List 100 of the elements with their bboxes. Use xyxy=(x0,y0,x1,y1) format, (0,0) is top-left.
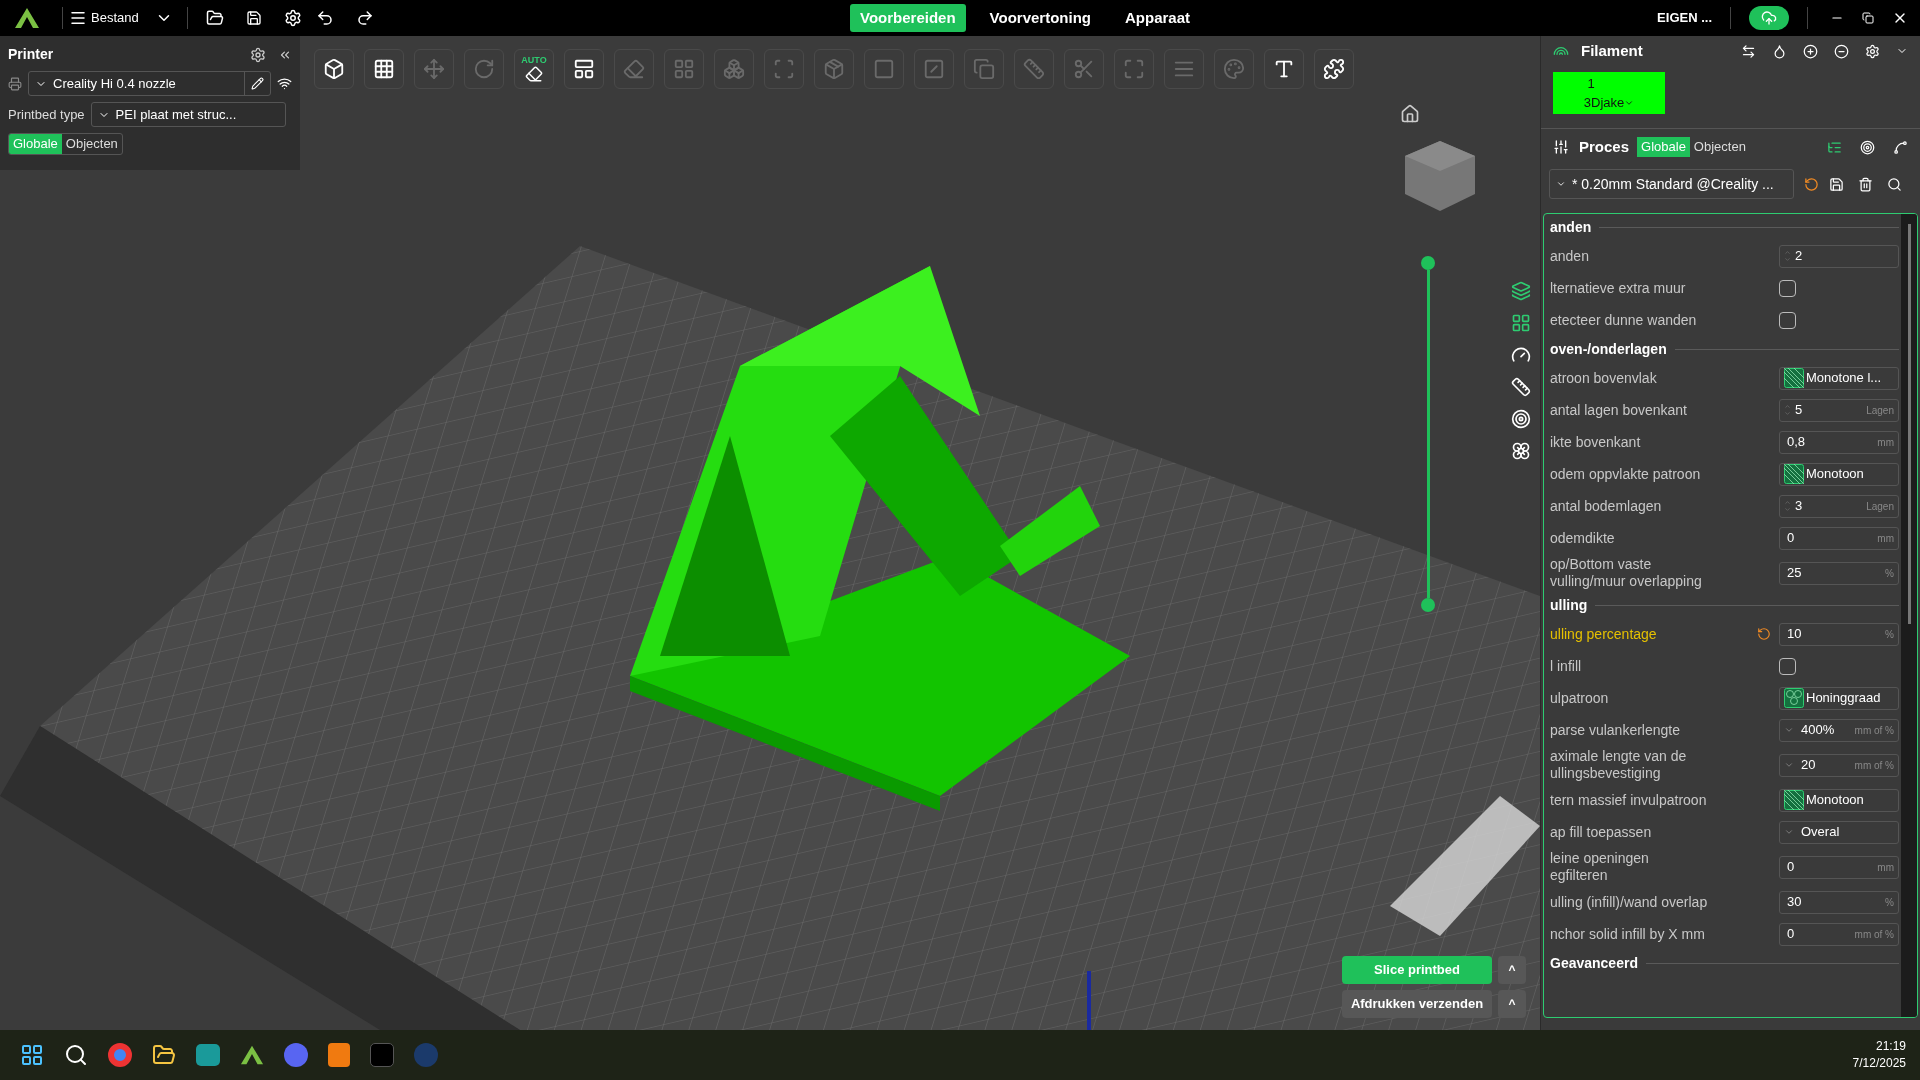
number-field[interactable]: 3 Lagen xyxy=(1779,494,1899,518)
dropdown-field[interactable]: Overal xyxy=(1779,820,1899,844)
target-icon[interactable] xyxy=(1511,409,1531,429)
nav-tab[interactable]: Apparaat xyxy=(1114,4,1200,32)
printer-icon xyxy=(8,76,22,91)
setting-label: nchor solid infill by X mm xyxy=(1550,925,1706,943)
checkbox[interactable] xyxy=(1779,311,1796,329)
ruler-icon[interactable] xyxy=(1511,377,1531,397)
start-icon[interactable] xyxy=(20,1043,44,1067)
tab[interactable]: Objecten xyxy=(1689,137,1750,157)
tab[interactable]: Objecten xyxy=(61,134,122,154)
wifi-icon[interactable] xyxy=(277,76,292,91)
pattern-dropdown[interactable]: Honinggraad xyxy=(1779,686,1899,710)
field-label: Printbed type xyxy=(8,105,85,124)
clock-date[interactable]: 7/12/2025 xyxy=(1852,1055,1906,1072)
setting-label: ulpatroon xyxy=(1550,689,1610,707)
gauge-icon[interactable] xyxy=(1511,345,1531,365)
setting-label: anden xyxy=(1550,247,1590,265)
app-icon[interactable] xyxy=(196,1044,220,1066)
number-field[interactable]: 25 % xyxy=(1779,561,1899,585)
number-field[interactable]: 0 mm xyxy=(1779,855,1899,879)
browser-icon[interactable] xyxy=(108,1043,132,1067)
split-parts-icon xyxy=(723,58,745,80)
number-field[interactable]: 0,8 mm xyxy=(1779,430,1899,454)
clock-time[interactable]: 21:19 xyxy=(1875,1038,1906,1055)
filament-slot[interactable]: 1 3Djake xyxy=(1553,72,1665,114)
search-icon[interactable] xyxy=(64,1043,88,1067)
action-button[interactable]: Afdrukken verzenden xyxy=(1342,990,1492,1018)
edit-icon[interactable] xyxy=(251,77,264,90)
restore-icon[interactable] xyxy=(1862,12,1874,24)
list-icon[interactable] xyxy=(1827,139,1842,155)
folder-icon[interactable] xyxy=(205,9,224,27)
text-icon xyxy=(1273,58,1295,80)
folder-icon[interactable] xyxy=(152,1043,176,1067)
home-icon[interactable] xyxy=(1400,104,1420,124)
connector-icon[interactable] xyxy=(1893,139,1908,155)
grid-icon[interactable] xyxy=(1511,313,1531,333)
pattern-dropdown[interactable]: Monotoon xyxy=(1779,462,1899,486)
caret-button[interactable]: ^ xyxy=(1498,990,1526,1018)
setting-label: aximale lengte van de ullingsbevestiging xyxy=(1550,748,1688,782)
setting-label: odemdikte xyxy=(1550,529,1616,547)
cloud-upload-button[interactable] xyxy=(1749,6,1789,30)
process-preset-dropdown[interactable]: * 0.20mm Standard @Creality ... xyxy=(1549,169,1794,199)
tool-button[interactable] xyxy=(1264,49,1304,89)
undo-icon[interactable] xyxy=(315,9,334,27)
reset-icon[interactable] xyxy=(1804,176,1819,192)
add-icon[interactable] xyxy=(1803,43,1818,59)
tool-button[interactable] xyxy=(564,49,604,89)
checkbox[interactable] xyxy=(1779,657,1796,675)
number-field[interactable]: 2 xyxy=(1779,244,1899,268)
tool-button[interactable] xyxy=(314,49,354,89)
honeycomb-pattern-icon xyxy=(1784,688,1804,708)
remove-icon[interactable] xyxy=(1834,43,1849,59)
number-field[interactable]: 5 Lagen xyxy=(1779,398,1899,422)
panel-title: Proces xyxy=(1579,136,1630,157)
checkbox[interactable] xyxy=(1779,279,1796,297)
swap-icon[interactable] xyxy=(1741,43,1756,59)
tool-button[interactable] xyxy=(364,49,404,89)
diagonal-pattern-icon xyxy=(1784,368,1804,388)
setting-label: tern massief invulpatroon xyxy=(1550,791,1708,809)
setting-label: antal lagen bovenkant xyxy=(1550,401,1688,419)
flower-icon[interactable] xyxy=(1511,441,1531,461)
dropdown-field[interactable]: 400% mm of % xyxy=(1779,718,1899,742)
tool-button[interactable] xyxy=(1314,49,1354,89)
account-label[interactable]: EIGEN ... xyxy=(1657,8,1712,28)
number-field[interactable]: 30 % xyxy=(1779,890,1899,914)
redo-icon[interactable] xyxy=(355,9,374,27)
settings-icon[interactable] xyxy=(283,9,302,27)
setting-label: l infill xyxy=(1550,657,1583,675)
app-logo[interactable] xyxy=(14,7,40,29)
caret-button[interactable]: ^ xyxy=(1498,956,1526,984)
save-icon[interactable] xyxy=(245,10,262,26)
app-icon[interactable] xyxy=(328,1043,350,1067)
diagonal-pattern-icon xyxy=(1784,464,1804,484)
file-menu[interactable]: Bestand xyxy=(69,8,139,28)
section-heading: ulling xyxy=(1550,595,1588,615)
bed-type-dropdown[interactable]: PEI plaat met struc... xyxy=(90,102,286,127)
number-field[interactable]: 10 % xyxy=(1779,622,1899,646)
setting-label: leine openingen egfilteren xyxy=(1550,850,1650,884)
setting-label: atroon bovenvlak xyxy=(1550,369,1658,387)
save-icon[interactable] xyxy=(1829,176,1844,192)
delete-icon[interactable] xyxy=(1858,176,1873,192)
chat-app-icon[interactable] xyxy=(284,1043,308,1067)
audio-app-icon[interactable] xyxy=(370,1043,394,1067)
layer-slider[interactable] xyxy=(1421,256,1435,612)
nav-tab[interactable]: Voorvertoning xyxy=(979,4,1101,32)
sliders-icon xyxy=(1553,139,1569,155)
pattern-dropdown[interactable]: Monotone l... xyxy=(1779,366,1899,390)
number-field[interactable]: 0 mm xyxy=(1779,526,1899,550)
panel-title: Filament xyxy=(1581,40,1643,61)
settings-icon[interactable] xyxy=(250,46,266,63)
reset-icon[interactable] xyxy=(1757,627,1771,641)
scrollbar[interactable] xyxy=(1901,214,1917,1017)
pattern-dropdown[interactable]: Monotoon xyxy=(1779,788,1899,812)
search-icon[interactable] xyxy=(1887,176,1902,192)
chevron-icon xyxy=(1556,179,1566,189)
dropdown-field[interactable]: 20 mm of % xyxy=(1779,753,1899,777)
number-field[interactable]: 0 mm of % xyxy=(1779,922,1899,946)
printer-preset-dropdown[interactable]: Creality Hi 0.4 nozzle xyxy=(28,71,271,96)
auto-orient-button[interactable]: AUTO xyxy=(514,49,554,89)
